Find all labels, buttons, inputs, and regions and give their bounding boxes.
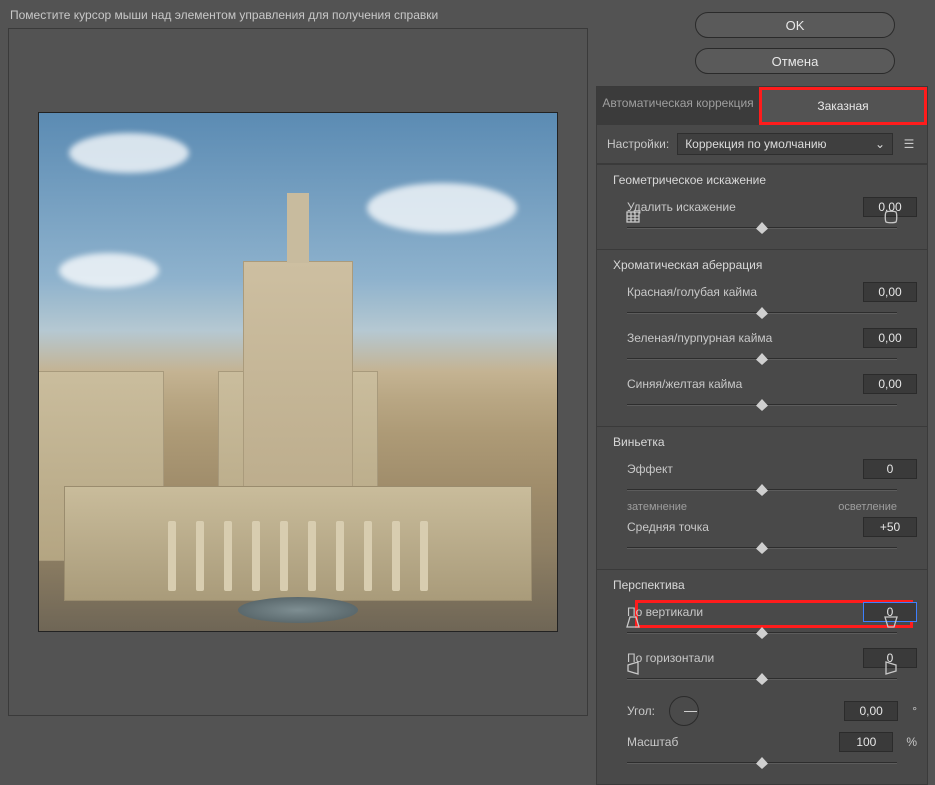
scale-unit: % bbox=[906, 735, 917, 749]
vignette-range-labels: затемнение осветление bbox=[607, 501, 917, 513]
remove-distortion-label: Удалить искажение bbox=[627, 200, 853, 214]
settings-row: Настройки: Коррекция по умолчанию ⌄ ☰ bbox=[597, 125, 927, 164]
trapezoid-up-icon bbox=[623, 614, 643, 634]
tab-bar: Автоматическая коррекция Заказная bbox=[597, 87, 927, 125]
green-magenta-slider[interactable] bbox=[627, 350, 897, 364]
section-title-perspective: Перспектива bbox=[613, 578, 917, 592]
blue-yellow-input[interactable] bbox=[863, 374, 917, 394]
help-hint: Поместите курсор мыши над элементом упра… bbox=[10, 8, 438, 22]
vignette-amount-label: Эффект bbox=[627, 462, 853, 476]
red-cyan-label: Красная/голубая кайма bbox=[627, 285, 853, 299]
trapezoid-right-icon bbox=[881, 660, 901, 680]
vignette-midpoint-slider[interactable] bbox=[627, 539, 897, 553]
darken-label: затемнение bbox=[627, 501, 687, 513]
section-title-vignette: Виньетка bbox=[613, 435, 917, 449]
section-perspective: Перспектива По вертикали По горизонтали bbox=[597, 569, 927, 784]
section-vignette: Виньетка Эффект затемнение осветление Ср… bbox=[597, 426, 927, 569]
trapezoid-left-icon bbox=[623, 660, 643, 680]
settings-label: Настройки: bbox=[607, 137, 669, 151]
blue-yellow-label: Синяя/желтая кайма bbox=[627, 377, 853, 391]
vignette-amount-slider[interactable] bbox=[627, 481, 897, 495]
tab-custom[interactable]: Заказная bbox=[759, 87, 927, 125]
scale-slider[interactable] bbox=[627, 754, 897, 768]
ok-button[interactable]: OK bbox=[695, 12, 895, 38]
perspective-horizontal-label: По горизонтали bbox=[627, 651, 853, 665]
green-magenta-input[interactable] bbox=[863, 328, 917, 348]
cancel-button[interactable]: Отмена bbox=[695, 48, 895, 74]
settings-value: Коррекция по умолчанию bbox=[685, 137, 826, 151]
section-geometric: Геометрическое искажение Удалить искажен… bbox=[597, 164, 927, 249]
vignette-midpoint-input[interactable] bbox=[863, 517, 917, 537]
barrel-icon bbox=[881, 209, 901, 229]
angle-input[interactable] bbox=[844, 701, 898, 721]
settings-dropdown[interactable]: Коррекция по умолчанию ⌄ bbox=[677, 133, 893, 155]
dialog-buttons: OK Отмена bbox=[695, 12, 895, 74]
preview-area bbox=[8, 28, 588, 716]
perspective-horizontal-slider[interactable] bbox=[627, 670, 897, 684]
lighten-label: осветление bbox=[838, 501, 897, 513]
section-chromatic: Хроматическая аберрация Красная/голубая … bbox=[597, 249, 927, 426]
perspective-vertical-label: По вертикали bbox=[627, 605, 853, 619]
section-title-chromatic: Хроматическая аберрация bbox=[613, 258, 917, 272]
scale-input[interactable] bbox=[839, 732, 893, 752]
angle-label: Угол: bbox=[627, 704, 655, 718]
degree-unit: ° bbox=[912, 704, 917, 718]
correction-panel: Автоматическая коррекция Заказная Настро… bbox=[596, 86, 928, 785]
panel-menu-icon[interactable]: ☰ bbox=[901, 137, 917, 151]
green-magenta-label: Зеленая/пурпурная кайма bbox=[627, 331, 853, 345]
tab-auto-correction[interactable]: Автоматическая коррекция bbox=[597, 87, 759, 125]
angle-dial[interactable] bbox=[669, 696, 699, 726]
section-title-geometric: Геометрическое искажение bbox=[613, 173, 917, 187]
trapezoid-down-icon bbox=[881, 614, 901, 634]
grid-icon bbox=[623, 209, 643, 229]
remove-distortion-slider[interactable] bbox=[627, 219, 897, 233]
vignette-midpoint-label: Средняя точка bbox=[627, 520, 853, 534]
red-cyan-input[interactable] bbox=[863, 282, 917, 302]
vignette-amount-input[interactable] bbox=[863, 459, 917, 479]
blue-yellow-slider[interactable] bbox=[627, 396, 897, 410]
preview-image bbox=[38, 112, 558, 632]
chevron-down-icon: ⌄ bbox=[875, 137, 885, 151]
scale-label: Масштаб bbox=[627, 735, 829, 749]
red-cyan-slider[interactable] bbox=[627, 304, 897, 318]
perspective-vertical-slider[interactable] bbox=[627, 624, 897, 638]
